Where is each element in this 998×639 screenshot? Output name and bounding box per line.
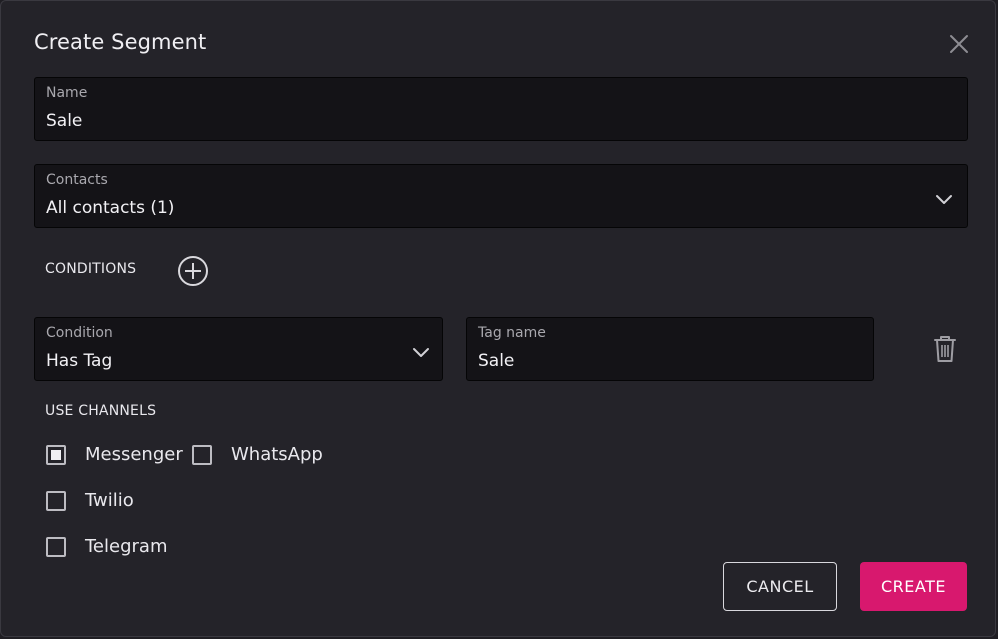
channel-label: Messenger: [85, 444, 183, 465]
contacts-select[interactable]: Contacts All contacts (1): [34, 164, 968, 228]
condition-select[interactable]: Condition Has Tag: [34, 317, 443, 381]
plus-circle-icon: [178, 256, 208, 286]
chevron-down-icon: [936, 195, 952, 204]
channel-checkbox-twilio[interactable]: Twilio: [46, 490, 134, 511]
channel-checkbox-messenger[interactable]: Messenger: [46, 444, 183, 465]
checkbox[interactable]: [46, 536, 66, 557]
checkbox[interactable]: [46, 490, 66, 511]
channel-label: WhatsApp: [231, 444, 323, 465]
name-field-value[interactable]: Sale: [46, 111, 82, 131]
name-field[interactable]: Name Sale: [34, 77, 968, 141]
create-segment-dialog: Create Segment Name Sale Contacts All co…: [0, 0, 996, 637]
dialog-title: Create Segment: [34, 30, 207, 54]
checkbox[interactable]: [192, 444, 212, 465]
tag-name-field[interactable]: Tag name Sale: [466, 317, 874, 381]
add-condition-button[interactable]: [177, 255, 209, 287]
conditions-label: CONDITIONS: [45, 261, 137, 277]
delete-condition-button[interactable]: [931, 334, 959, 364]
close-button[interactable]: [945, 30, 973, 58]
contacts-select-label: Contacts: [46, 172, 108, 188]
channel-checkbox-telegram[interactable]: Telegram: [46, 536, 167, 557]
tag-name-value[interactable]: Sale: [478, 351, 514, 371]
close-icon: [950, 35, 968, 53]
condition-select-label: Condition: [46, 325, 113, 341]
checkbox-checked[interactable]: [46, 444, 66, 465]
channel-label: Telegram: [85, 536, 168, 557]
use-channels-label: USE CHANNELS: [45, 403, 157, 419]
contacts-select-value: All contacts (1): [46, 198, 175, 218]
cancel-button[interactable]: CANCEL: [723, 562, 837, 611]
condition-select-value: Has Tag: [46, 351, 113, 371]
channel-label: Twilio: [85, 490, 134, 511]
chevron-down-icon: [413, 348, 429, 357]
name-field-label: Name: [46, 85, 88, 101]
create-button[interactable]: CREATE: [860, 562, 967, 611]
trash-icon: [934, 336, 956, 362]
channel-checkbox-whatsapp[interactable]: WhatsApp: [192, 444, 323, 465]
tag-name-label: Tag name: [478, 325, 546, 341]
